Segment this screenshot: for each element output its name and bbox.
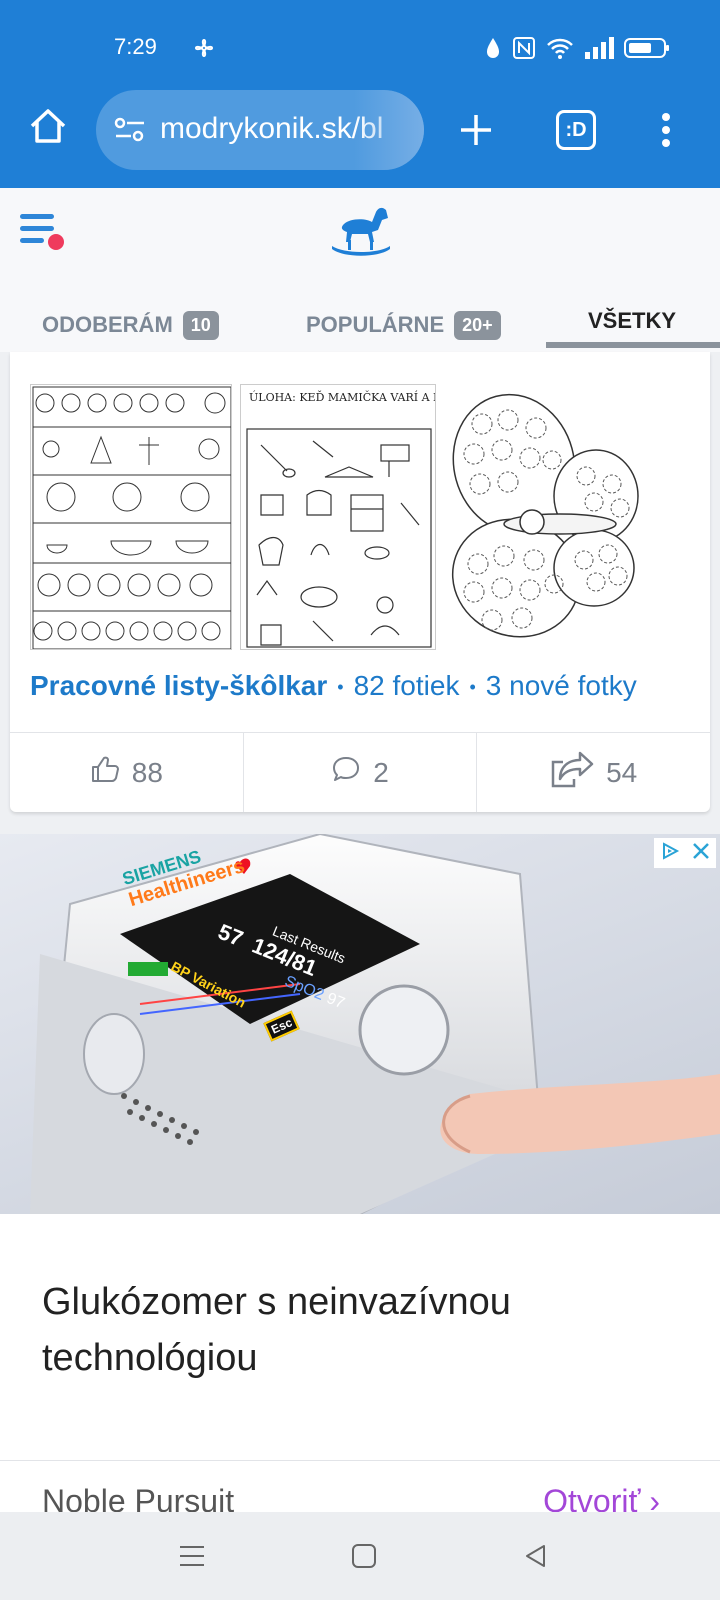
share-icon [550, 749, 594, 796]
ad-close-icon[interactable] [692, 842, 710, 865]
status-bar: 7:29 [0, 28, 720, 68]
tab-switcher-label: :D [565, 118, 587, 141]
wifi-icon [546, 36, 574, 65]
tab-all[interactable]: VŠETKY [588, 296, 676, 346]
signal-icon [584, 36, 614, 65]
ad-image[interactable]: SIEMENS Healthineers Last Results 57 124… [0, 834, 720, 1214]
rocking-horse-logo[interactable] [330, 202, 392, 263]
recent-apps-icon[interactable] [176, 1540, 208, 1572]
tab-label: VŠETKY [588, 308, 677, 333]
share-count: 54 [606, 756, 638, 788]
notification-dot [48, 234, 64, 250]
ad-choices-icon[interactable] [660, 841, 680, 866]
album-new-photos: 3 nové fotky [485, 670, 637, 701]
tab-switcher-button[interactable]: :D [556, 110, 596, 150]
home-icon[interactable] [26, 104, 70, 148]
album-actions: 88 2 54 [10, 732, 710, 812]
like-count: 88 [131, 756, 163, 788]
tab-count-badge: 20+ [454, 310, 501, 340]
thumbs-up-icon [90, 754, 120, 791]
fan-icon [192, 36, 216, 65]
hamburger-menu-icon[interactable] [18, 210, 66, 258]
url-text: modrykonik.sk/bl [160, 112, 384, 145]
share-button[interactable]: 54 [477, 733, 710, 812]
ad-footer: Noble Pursuit Otvoriť › [0, 1460, 720, 1520]
ad-choices-badge[interactable] [654, 838, 716, 868]
tab-label: POPULÁRNE [306, 312, 445, 337]
like-button[interactable]: 88 [10, 733, 244, 812]
album-thumbnail[interactable] [30, 384, 232, 650]
comment-bubble-icon [331, 754, 361, 791]
advertisement[interactable]: SIEMENS Healthineers Last Results 57 124… [0, 834, 720, 1519]
status-time: 7:29 [114, 34, 157, 59]
site-settings-icon[interactable] [114, 114, 146, 151]
drop-icon [484, 36, 502, 65]
comment-count: 2 [373, 756, 389, 788]
album-photo-count: 82 fotiek [353, 670, 460, 701]
album-title[interactable]: Pracovné listy-škôlkar [30, 670, 327, 701]
comment-button[interactable]: 2 [244, 733, 478, 812]
more-options-icon[interactable] [656, 106, 676, 154]
butterfly-worksheet-image [451, 393, 639, 638]
battery-icon [624, 36, 670, 65]
tab-label: ODOBERÁM [42, 312, 173, 337]
home-nav-icon[interactable] [348, 1540, 380, 1572]
tab-count-badge: 10 [182, 310, 219, 340]
ad-title[interactable]: Glukózomer s neinvazívnou technológiou [42, 1274, 682, 1386]
kitchen-worksheet-image [246, 428, 432, 648]
browser-chrome: 7:29 modrykonik.sk/bl :D [0, 0, 720, 188]
album-thumbnail[interactable] [444, 384, 654, 650]
album-caption[interactable]: Pracovné listy-škôlkar • 82 fotiek • 3 nové … [30, 670, 637, 702]
tab-subscribed[interactable]: ODOBERÁM 10 [42, 300, 219, 350]
worksheet-heading: ÚLOHA: KEĎ MAMIČKA VARÍ A PEČIE [249, 391, 435, 404]
tab-popular[interactable]: POPULÁRNE 20+ [306, 300, 501, 350]
back-nav-icon[interactable] [520, 1540, 552, 1572]
pulse-oximeter-image [30, 834, 720, 1214]
system-navigation-bar [0, 1512, 720, 1600]
album-thumbnail[interactable]: ÚLOHA: KEĎ MAMIČKA VARÍ A PEČIE [240, 384, 436, 650]
active-tab-indicator [546, 342, 720, 348]
nfc-icon [512, 36, 536, 65]
new-tab-icon[interactable] [456, 110, 496, 150]
address-bar[interactable]: modrykonik.sk/bl [96, 90, 424, 170]
album-card: ÚLOHA: KEĎ MAMIČKA VARÍ A PEČIE [10, 352, 710, 812]
bears-worksheet-image [32, 386, 231, 649]
site-header: ODOBERÁM 10 POPULÁRNE 20+ VŠETKY [0, 188, 720, 352]
